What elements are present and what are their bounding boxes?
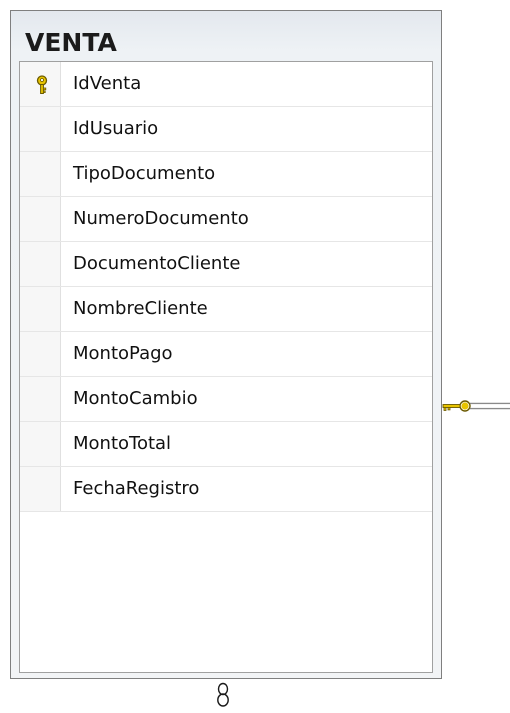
column-row[interactable]: NombreCliente [20, 287, 432, 332]
row-selector[interactable] [20, 332, 61, 376]
column-name-tipodocumento: TipoDocumento [73, 163, 216, 184]
row-selector[interactable] [20, 62, 61, 106]
column-name-numerodocumento: NumeroDocumento [73, 208, 249, 229]
column-row[interactable]: NumeroDocumento [20, 197, 432, 242]
infinity-icon[interactable] [216, 682, 230, 708]
column-row[interactable]: FechaRegistro [20, 467, 432, 512]
column-row[interactable]: DocumentoCliente [20, 242, 432, 287]
row-selector[interactable] [20, 152, 61, 196]
row-selector[interactable] [20, 242, 61, 286]
column-row[interactable]: MontoCambio [20, 377, 432, 422]
column-row[interactable]: MontoPago [20, 332, 432, 377]
column-name-montototal: MontoTotal [73, 433, 172, 454]
row-selector[interactable] [20, 422, 61, 466]
row-selector[interactable] [20, 107, 61, 151]
column-name-fecharegistro: FechaRegistro [73, 478, 200, 499]
column-name-idventa: IdVenta [73, 73, 142, 94]
column-name-nombrecliente: NombreCliente [73, 298, 208, 319]
columns-list: IdVenta IdUsuario TipoDocumento NumeroDo… [20, 62, 432, 512]
row-selector[interactable] [20, 287, 61, 331]
column-name-idusuario: IdUsuario [73, 118, 159, 139]
relationship-connector-key-icon[interactable] [440, 398, 510, 414]
venta-table[interactable]: VENTA IdVenta IdUsuario TipoDocumento Nu… [10, 10, 442, 679]
columns-grid: IdVenta IdUsuario TipoDocumento NumeroDo… [19, 61, 433, 673]
row-selector[interactable] [20, 377, 61, 421]
column-row[interactable]: MontoTotal [20, 422, 432, 467]
column-name-montopago: MontoPago [73, 343, 173, 364]
column-name-documentocliente: DocumentoCliente [73, 253, 241, 274]
primary-key-icon [36, 75, 48, 94]
column-name-montocambio: MontoCambio [73, 388, 198, 409]
row-selector[interactable] [20, 197, 61, 241]
row-selector[interactable] [20, 467, 61, 511]
table-title: VENTA [25, 28, 117, 57]
column-row[interactable]: TipoDocumento [20, 152, 432, 197]
diagram-canvas: VENTA IdVenta IdUsuario TipoDocumento Nu… [0, 0, 510, 713]
column-row[interactable]: IdVenta [20, 62, 432, 107]
column-row[interactable]: IdUsuario [20, 107, 432, 152]
